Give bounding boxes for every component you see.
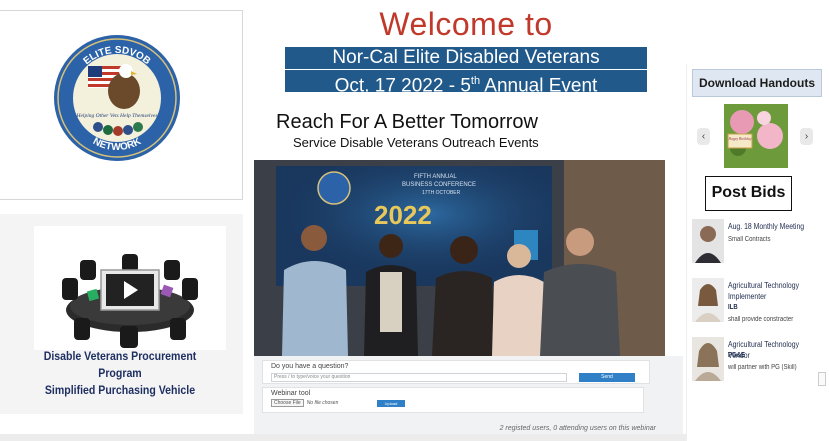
screen-text-line1: FIFTH ANNUAL: [414, 174, 457, 180]
file-chooser[interactable]: Choose File No file chosen: [271, 399, 339, 407]
bid-title[interactable]: Agricultural Technology Implementer: [728, 280, 811, 302]
welcome-heading: Welcome to: [379, 6, 553, 42]
elite-sdvob-seal-logo[interactable]: ELITE SDVOB NETWORK Helping Other Vets H…: [52, 33, 182, 163]
event-banner-line2: Oct. 17 2022 - 5th Annual Event: [285, 70, 647, 96]
screen-seal-icon: [317, 171, 351, 205]
bid-tag: PG&E: [728, 352, 746, 359]
bid-avatar: [692, 219, 724, 263]
bid-title[interactable]: Aug. 18 Monthly Meeting: [728, 221, 811, 232]
webinar-users-status: 2 registed users, 0 attending users on t…: [499, 425, 656, 432]
screen-text-line2: BUSINESS CONFERENCE: [402, 182, 476, 188]
tagline: Reach For A Better Tomorrow: [276, 111, 538, 133]
procurement-title-line2: Simplified Purchasing Vehicle: [44, 383, 196, 397]
bid-subtitle: shall provide constracter: [728, 316, 794, 323]
post-bids-heading[interactable]: Post Bids: [705, 176, 792, 211]
event-banner-line1: Nor-Cal Elite Disabled Veterans: [285, 47, 647, 69]
bid-subtitle: Small Contracts: [728, 236, 771, 243]
question-box: Do you have a question? Press / to type/…: [262, 360, 650, 384]
choose-file-button[interactable]: Choose File: [271, 399, 304, 407]
upload-button[interactable]: Upload: [377, 400, 405, 407]
card-text: Happy Birthday: [727, 137, 751, 141]
bid-avatar: [692, 337, 724, 381]
banner-event-text: Annual Event: [480, 75, 598, 97]
bid-item[interactable]: Aug. 18 Monthly Meeting Small Contracts: [692, 219, 829, 267]
next-arrow-icon[interactable]: ›: [800, 128, 813, 145]
meeting-table-illustration: [62, 254, 198, 348]
banner-ordinal-suffix: th: [470, 75, 481, 87]
prev-arrow-icon[interactable]: ‹: [697, 128, 710, 145]
webinar-tool-box: Webinar tool Choose File No file chosen U…: [262, 387, 644, 413]
webinar-tool-label: Webinar tool: [271, 390, 311, 397]
banner-date-text: Oct. 17 2022 - 5: [334, 75, 471, 97]
bid-avatar: [692, 278, 724, 322]
sidebar-scrollbar[interactable]: [818, 372, 826, 386]
download-handouts-header[interactable]: Download Handouts: [692, 69, 822, 97]
subtagline: Service Disable Veterans Outreach Events: [293, 135, 539, 150]
screen-text-line3: 17TH OCTOBER: [422, 190, 461, 196]
file-status: No file chosen: [306, 400, 339, 406]
send-question-button[interactable]: Send: [579, 373, 635, 382]
seal-motto: Helping Other Vets Help Themselves: [76, 113, 158, 119]
procurement-video[interactable]: [34, 226, 226, 350]
conference-group-photo: FIFTH ANNUAL BUSINESS CONFERENCE 17TH OC…: [254, 160, 665, 356]
bid-item[interactable]: Agricultural Technology Implementer ILB …: [692, 278, 829, 328]
bid-tag: ILB: [728, 304, 738, 311]
question-input[interactable]: Press / to type/voice your question: [271, 373, 567, 382]
screen-year-text: 2022: [374, 200, 432, 230]
procurement-program-title[interactable]: Disable Veterans Procurement Program Sim…: [21, 348, 218, 399]
birthday-card-image: Happy Birthday: [724, 104, 788, 168]
bid-subtitle: will partner with PG (Skill): [728, 364, 797, 371]
handout-thumbnail[interactable]: Happy Birthday: [724, 104, 788, 168]
conference-photo-illustration: FIFTH ANNUAL BUSINESS CONFERENCE 17TH OC…: [254, 160, 665, 356]
question-label: Do you have a question?: [271, 363, 349, 370]
procurement-title-line1: Disable Veterans Procurement Program: [43, 349, 197, 380]
bid-item[interactable]: Agricultural Technology Vendor PG&E will…: [692, 337, 829, 385]
